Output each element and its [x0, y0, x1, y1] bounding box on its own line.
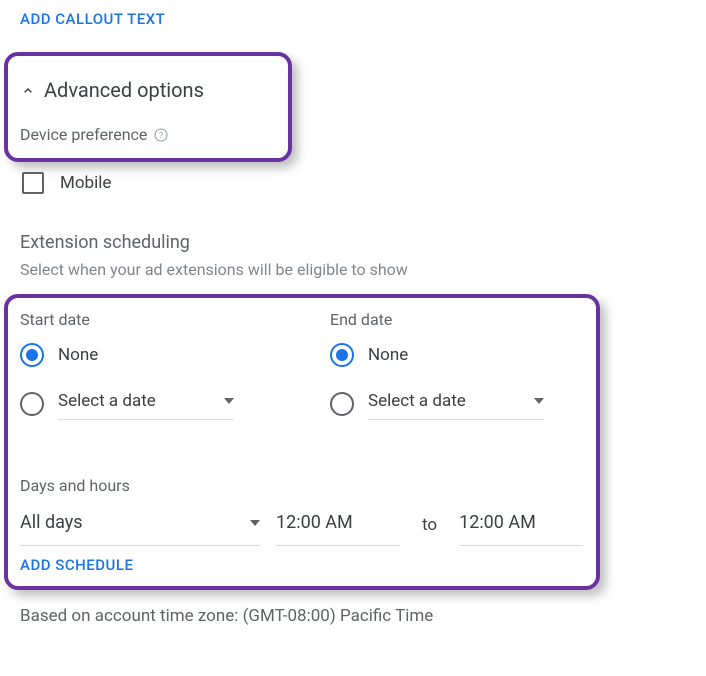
end-date-none-radio[interactable]: None — [330, 343, 576, 367]
time-to-input[interactable]: 12:00 AM — [459, 504, 583, 546]
days-select[interactable]: All days — [20, 504, 260, 546]
end-date-none-label: None — [368, 345, 408, 365]
svg-text:?: ? — [159, 131, 164, 140]
end-date-column: End date None Select a date — [330, 310, 576, 440]
chevron-up-icon — [20, 83, 34, 97]
mobile-checkbox[interactable] — [22, 172, 44, 194]
start-date-select-radio[interactable]: Select a date — [20, 387, 266, 420]
start-date-select-label: Select a date — [58, 391, 156, 411]
annotation-highlight-1 — [4, 52, 292, 162]
extension-scheduling-subtitle: Select when your ad extensions will be e… — [20, 260, 408, 279]
help-icon[interactable]: ? — [153, 127, 169, 143]
end-date-select-field[interactable]: Select a date — [368, 387, 544, 420]
advanced-options-toggle[interactable]: Advanced options — [20, 78, 204, 102]
timezone-note: Based on account time zone: (GMT-08:00) … — [20, 606, 433, 626]
mobile-label: Mobile — [60, 173, 111, 193]
start-date-none-label: None — [58, 345, 98, 365]
radio-selected-icon — [330, 343, 354, 367]
start-date-none-radio[interactable]: None — [20, 343, 266, 367]
end-date-select-label: Select a date — [368, 391, 466, 411]
mobile-checkbox-row[interactable]: Mobile — [22, 172, 111, 194]
end-date-select-radio[interactable]: Select a date — [330, 387, 576, 420]
advanced-options-title: Advanced options — [44, 78, 204, 102]
start-date-label: Start date — [20, 310, 266, 329]
start-date-select-field[interactable]: Select a date — [58, 387, 234, 420]
radio-selected-icon — [20, 343, 44, 367]
add-schedule-button[interactable]: ADD SCHEDULE — [20, 556, 133, 574]
caret-down-icon — [250, 520, 260, 526]
end-date-label: End date — [330, 310, 576, 329]
time-from-input[interactable]: 12:00 AM — [276, 504, 400, 546]
device-preference-text: Device preference — [20, 125, 147, 144]
caret-down-icon — [534, 398, 544, 404]
add-callout-text-button[interactable]: ADD CALLOUT TEXT — [0, 0, 185, 38]
days-and-hours-title: Days and hours — [20, 476, 130, 495]
radio-unselected-icon — [20, 392, 44, 416]
radio-unselected-icon — [330, 392, 354, 416]
extension-scheduling-title: Extension scheduling — [20, 232, 190, 253]
start-date-column: Start date None Select a date — [20, 310, 266, 440]
caret-down-icon — [224, 398, 234, 404]
days-select-value: All days — [20, 512, 83, 533]
device-preference-label: Device preference ? — [20, 125, 169, 144]
to-label: to — [416, 515, 443, 535]
